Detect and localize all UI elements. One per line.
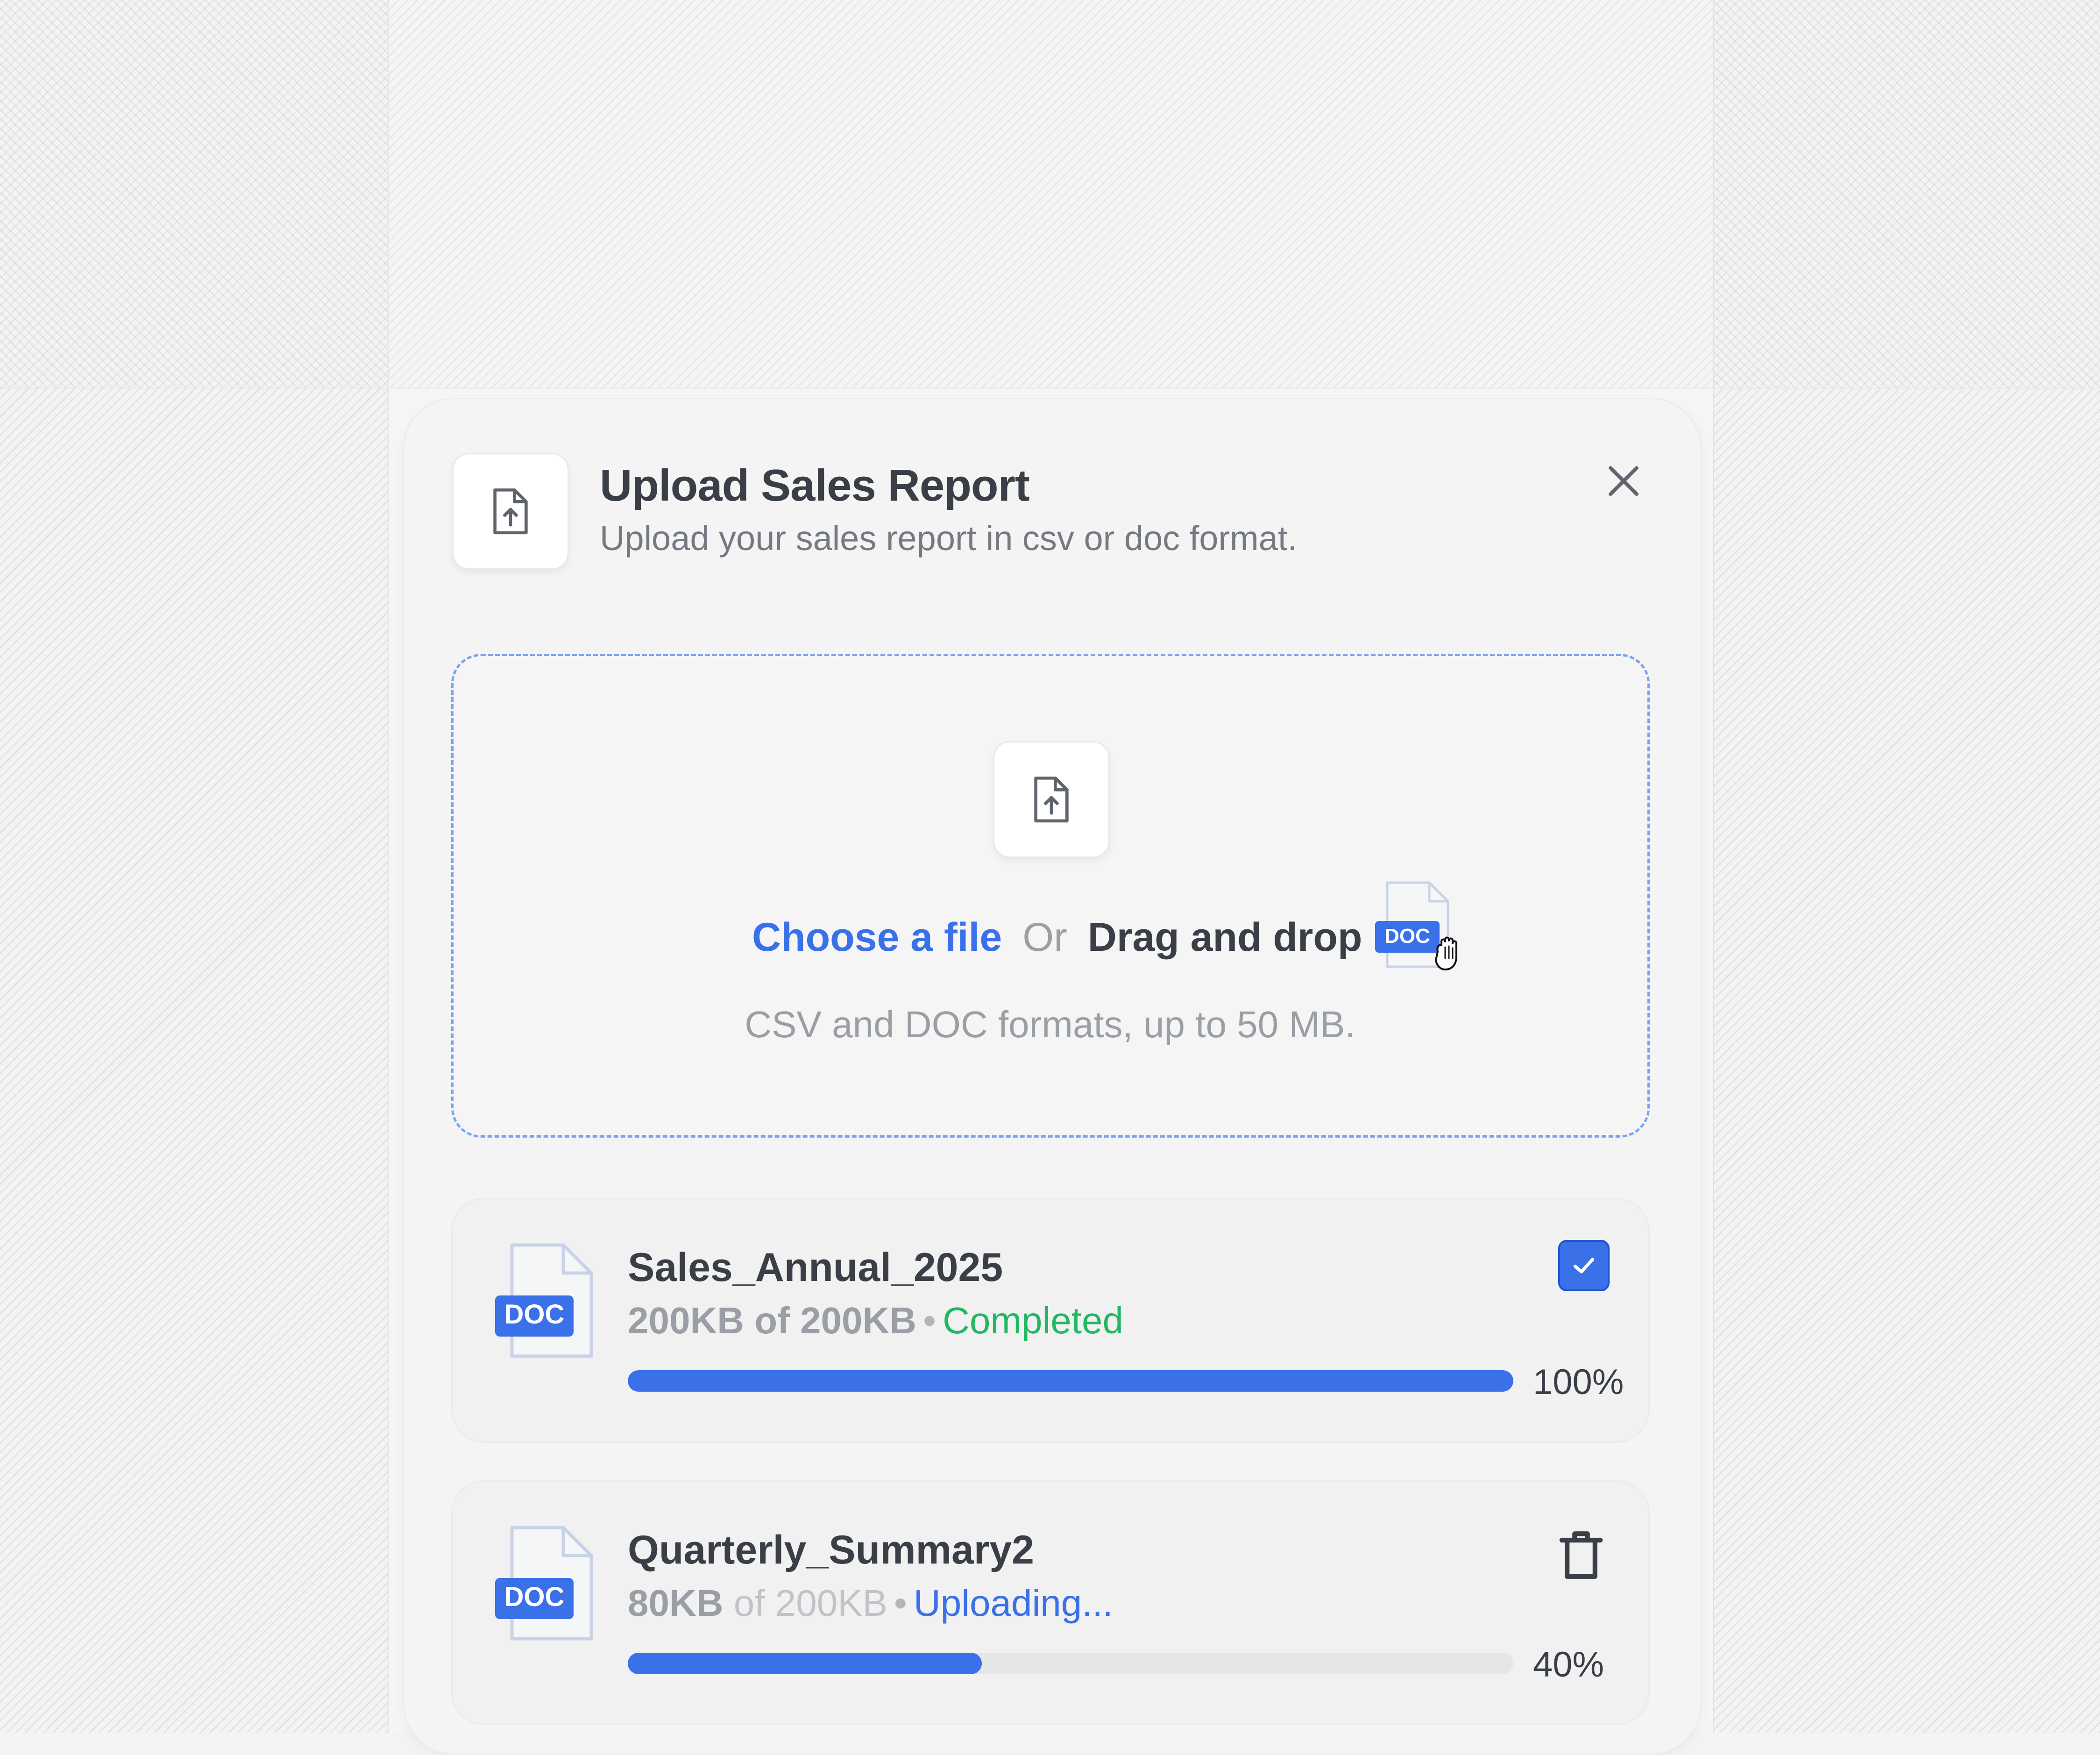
dropzone-instructions: Choose a file Or Drag and drop [752,914,1362,961]
status-completed: Completed [943,1300,1123,1341]
progress-percent: 40% [1533,1645,1604,1684]
of-label: of [733,1582,765,1624]
dragged-file-icon: DOC [1373,878,1476,981]
status-uploading: Uploading... [913,1582,1113,1624]
file-selected-checkbox[interactable] [1558,1240,1610,1291]
trash-icon [1559,1531,1603,1579]
drag-and-drop-label: Drag and drop [1087,915,1362,960]
doc-file-icon: DOC [495,1526,593,1641]
close-button[interactable] [1599,457,1648,505]
file-name: Sales_Annual_2025 [628,1245,1003,1290]
uploaded-size: 200KB [628,1300,745,1341]
choose-file-link[interactable]: Choose a file [752,915,1002,960]
doc-badge: DOC [504,1582,565,1612]
total-size: 200KB [800,1300,917,1341]
dragged-doc-badge: DOC [1384,925,1430,948]
total-size: 200KB [775,1582,887,1624]
formats-hint: CSV and DOC formats, up to 50 MB. [0,1003,2100,1046]
progress-percent: 100% [1533,1362,1624,1402]
header-file-upload-icon [452,453,569,570]
of-label: of [754,1300,790,1341]
checkmark-icon [1573,1258,1595,1274]
progress-fill [628,1370,1513,1392]
modal-title: Upload Sales Report [600,460,1030,510]
dropzone-file-upload-icon [993,741,1110,858]
delete-file-button[interactable] [1555,1527,1607,1583]
separator-dot: • [923,1300,936,1341]
file-meta: 200KB of 200KB • Completed [628,1299,1123,1342]
separator-dot: • [894,1582,907,1624]
modal-subtitle: Upload your sales report in csv or doc f… [600,519,1297,558]
progress-fill [628,1653,982,1674]
file-meta: 80KB of 200KB • Uploading... [628,1582,1113,1625]
close-icon [1609,466,1639,496]
doc-file-icon: DOC [495,1243,593,1358]
doc-badge: DOC [504,1299,565,1330]
background-top-center [388,0,1714,388]
progress-bar [628,1370,1513,1392]
uploaded-size: 80KB [628,1582,724,1624]
file-name: Quarterly_Summary2 [628,1528,1034,1572]
formats-hint-text: CSV and DOC formats, up to 50 MB. [745,1004,1355,1045]
progress-bar [628,1653,1513,1674]
or-label: Or [1022,915,1067,960]
